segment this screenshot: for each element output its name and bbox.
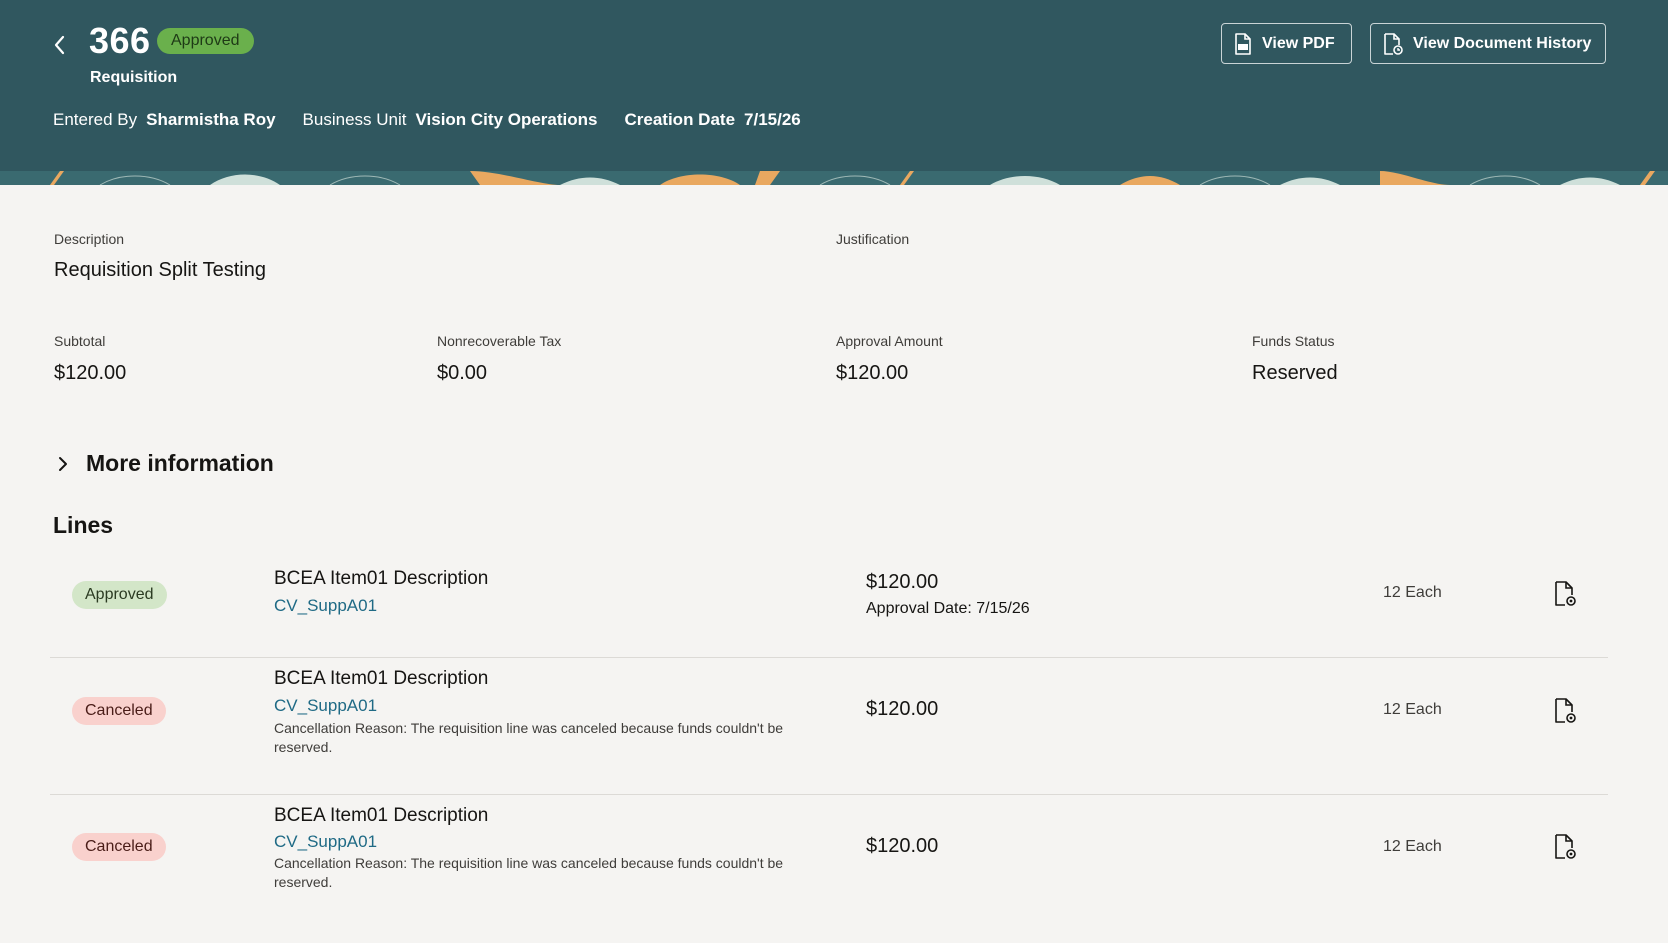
header-meta: Entered By Sharmistha Roy Business Unit … (53, 110, 828, 130)
line-document-icon[interactable] (1552, 833, 1578, 861)
line-status-badge: Approved (72, 581, 167, 609)
cancellation-reason-text: reserved. (274, 739, 333, 755)
cancellation-reason-text: Cancellation Reason: The requisition lin… (274, 720, 784, 736)
line-cancellation-reason: Cancellation Reason: The requisition lin… (274, 719, 794, 757)
line-supplier-link[interactable]: CV_SuppA01 (274, 696, 377, 716)
line-amount: $120.00 (866, 835, 939, 857)
decorative-banner (0, 171, 1668, 185)
line-supplier-link[interactable]: CV_SuppA01 (274, 596, 377, 616)
line-row[interactable]: Canceled BCEA Item01 Description CV_Supp… (50, 658, 1608, 795)
approval-amount-label: Approval Amount (836, 333, 943, 349)
pattern-decoration-icon (0, 171, 1668, 185)
document-view-icon (1555, 581, 1576, 606)
justification-label: Justification (836, 231, 910, 247)
approval-amount-value: $120.00 (836, 362, 909, 384)
line-cancellation-reason: Cancellation Reason: The requisition lin… (274, 854, 794, 892)
page-header: 366 Approved Requisition Entered By Shar… (0, 0, 1668, 172)
line-amount: $120.00 (866, 571, 939, 593)
line-amount: $120.00 (866, 698, 939, 720)
view-document-history-button[interactable]: View Document History (1370, 23, 1606, 64)
line-status-badge: Canceled (72, 833, 166, 861)
view-pdf-button[interactable]: View PDF (1221, 23, 1352, 64)
line-quantity: 12 Each (1383, 701, 1442, 718)
line-row[interactable]: Canceled BCEA Item01 Description CV_Supp… (50, 795, 1608, 930)
requisition-number: 366 (89, 20, 151, 61)
pdf-document-icon (1235, 32, 1251, 55)
subtotal-value: $120.00 (54, 362, 127, 384)
subtotal-label: Subtotal (54, 333, 106, 349)
document-view-icon (1555, 834, 1576, 859)
document-history-icon (1384, 32, 1403, 55)
line-status-badge: Canceled (72, 697, 166, 725)
line-document-icon[interactable] (1552, 580, 1578, 608)
more-information-label: More information (86, 450, 274, 476)
funds-status-label: Funds Status (1252, 333, 1335, 349)
line-item-description: BCEA Item01 Description (274, 668, 489, 689)
document-view-icon (1555, 698, 1576, 723)
creation-date-label: Creation Date (624, 110, 736, 129)
main-content: Description Requisition Split Testing Ju… (0, 185, 1668, 943)
nonrecoverable-tax-value: $0.00 (437, 362, 488, 384)
view-pdf-label: View PDF (1262, 34, 1335, 52)
chevron-left-icon (54, 35, 65, 55)
business-unit-label: Business Unit (302, 110, 407, 129)
creation-date-value: 7/15/26 (744, 110, 801, 129)
line-supplier-link[interactable]: CV_SuppA01 (274, 832, 377, 852)
more-information-toggle[interactable]: More information (56, 450, 274, 477)
line-row[interactable]: Approved BCEA Item01 Description CV_Supp… (50, 560, 1608, 658)
line-approval-date: Approval Date: 7/15/26 (866, 600, 1030, 617)
line-document-icon[interactable] (1552, 697, 1578, 725)
nonrecoverable-tax-label: Nonrecoverable Tax (437, 333, 562, 349)
cancellation-reason-text: Cancellation Reason: The requisition lin… (274, 855, 784, 871)
description-value: Requisition Split Testing (54, 259, 266, 281)
funds-status-value: Reserved (1252, 362, 1338, 384)
cancellation-reason-text: reserved. (274, 874, 333, 890)
business-unit-value: Vision City Operations (415, 110, 598, 129)
entered-by-label: Entered By (53, 110, 138, 129)
line-quantity: 12 Each (1383, 584, 1442, 601)
description-label: Description (54, 231, 125, 247)
back-button[interactable] (47, 32, 73, 58)
line-item-description: BCEA Item01 Description (274, 805, 489, 826)
view-history-label: View Document History (1413, 34, 1592, 52)
line-quantity: 12 Each (1383, 838, 1442, 855)
chevron-right-icon (59, 456, 67, 471)
document-type: Requisition (90, 69, 178, 86)
lines-heading: Lines (53, 512, 114, 538)
status-badge: Approved (157, 28, 254, 54)
line-item-description: BCEA Item01 Description (274, 568, 489, 589)
entered-by-value: Sharmistha Roy (146, 110, 276, 129)
